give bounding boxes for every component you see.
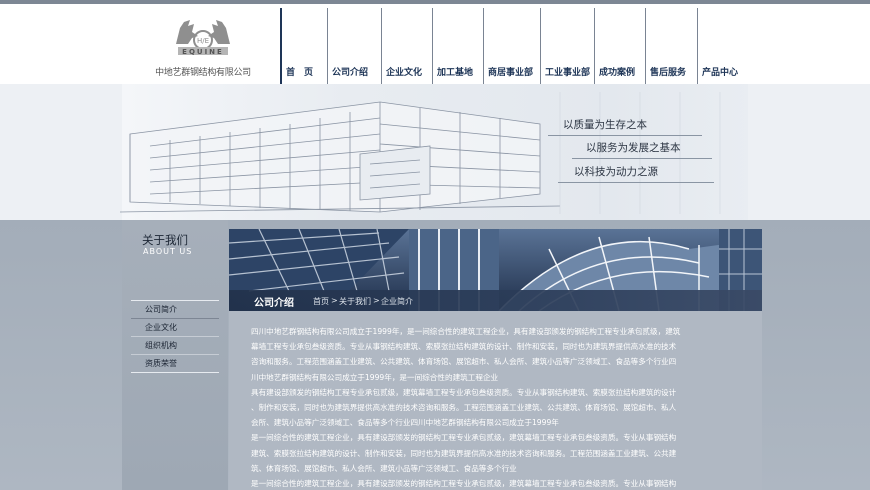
nav-industrial-division[interactable]: 工业事业部 <box>540 8 594 84</box>
sidebar-item-label: 公司简介 <box>145 305 177 314</box>
horse-logo-icon: H/E EQUINE <box>176 20 230 56</box>
nav-industrial-division-label: 工业事业部 <box>545 68 591 78</box>
sidebar-subtitle: ABOUT US <box>143 247 193 256</box>
breadcrumb-separator: > <box>373 296 380 305</box>
sidebar-item-label: 资质荣誉 <box>145 359 177 368</box>
slogan-underline <box>572 158 712 159</box>
intro-line: 是一间综合性的建筑工程企业，具有建设部颁发的钢结构工程专业承包贰级，建筑幕墙工程… <box>251 479 677 489</box>
intro-line: 筑、体育场馆、展馆超市、私人会所、建筑小品等广泛领域工、食品等多个行业 <box>251 463 517 473</box>
sidebar-item-company-profile[interactable]: 公司简介 <box>131 301 219 319</box>
header: H/E EQUINE 中地艺群钢结构有限公司 首 页 公司介绍 企业文化 加工基… <box>0 4 870 84</box>
building-sketch-image <box>119 92 721 214</box>
logo-wordmark: EQUINE <box>182 48 224 56</box>
intro-line: 、制作和安装，同时也为建筑界提供高水准的技术咨询和服务。工程范围涵盖工业建筑、公… <box>251 403 677 413</box>
logo[interactable]: H/E EQUINE 中地艺群钢结构有限公司 <box>148 12 258 80</box>
hero-banner: 以质量为生存之本 以服务为发展之基本 以科技为动力之源 <box>0 84 870 220</box>
section-header-bar <box>229 290 762 311</box>
sidebar-item-culture[interactable]: 企业文化 <box>131 319 219 337</box>
nav-processing-base-label: 加工基地 <box>437 68 474 78</box>
nav-after-sales[interactable]: 售后服务 <box>645 8 697 84</box>
intro-line: 会所、建筑小品等广泛领域工、食品等多个行业四川中地艺群钢结构有限公司成立于199… <box>251 418 559 428</box>
breadcrumb-home[interactable]: 首页 <box>313 296 329 307</box>
company-intro-text: 四川中地艺群钢结构有限公司成立于1999年，是一间综合性的建筑工程企业，具有建设… <box>251 324 701 490</box>
nav-after-sales-label: 售后服务 <box>650 68 687 78</box>
nav-products[interactable]: 产品中心 <box>697 8 753 84</box>
sidebar-title: 关于我们 <box>142 233 188 247</box>
breadcrumb-about[interactable]: 关于我们 <box>339 296 371 307</box>
slogan-underline <box>558 182 714 183</box>
intro-line: 具有建设部颁发的钢结构工程专业承包贰级，建筑幕墙工程专业承包叁级资质。专业从事钢… <box>251 387 677 397</box>
slogan-underline <box>548 135 702 136</box>
slogan-quality: 以质量为生存之本 <box>563 119 647 131</box>
nav-home[interactable]: 首 页 <box>280 8 326 84</box>
nav-culture-label: 企业文化 <box>386 68 423 78</box>
nav-culture[interactable]: 企业文化 <box>381 8 432 84</box>
intro-line: 咨询和服务。工程范围涵盖工业建筑、公共建筑、体育场馆、展馆超市、私人会所、建筑小… <box>251 357 677 367</box>
slogan-service: 以服务为发展之基本 <box>586 142 681 154</box>
nav-commercial-division-label: 商居事业部 <box>488 68 534 78</box>
nav-processing-base[interactable]: 加工基地 <box>432 8 483 84</box>
intro-line: 幕墙工程专业承包叁级资质。专业从事钢结构建筑、索膜张拉结构建筑的设计、制作和安装… <box>251 342 677 352</box>
breadcrumb-separator: > <box>331 296 338 305</box>
sidebar-item-label: 企业文化 <box>145 323 177 332</box>
nav-company-intro[interactable]: 公司介绍 <box>327 8 378 84</box>
nav-home-label: 首 页 <box>286 68 314 78</box>
nav-company-intro-label: 公司介绍 <box>332 68 369 78</box>
intro-line: 是一间综合性的建筑工程企业，具有建设部颁发的钢结构工程专业承包贰级，建筑幕墙工程… <box>251 433 677 443</box>
intro-line: 四川中地艺群钢结构有限公司成立于1999年，是一间综合性的建筑工程企业，具有建设… <box>251 327 681 336</box>
sidebar-menu: 公司简介 企业文化 组织机构 资质荣誉 <box>131 300 219 373</box>
sidebar-item-honors[interactable]: 资质荣誉 <box>131 355 219 373</box>
company-name: 中地艺群钢结构有限公司 <box>155 68 251 78</box>
nav-cases-label: 成功案例 <box>599 68 636 78</box>
slogan-technology: 以科技为动力之源 <box>574 166 658 178</box>
intro-line: 川中地艺群钢结构有限公司成立于1999年，是一间综合性的建筑工程企业 <box>251 372 499 382</box>
nav-products-label: 产品中心 <box>702 68 739 78</box>
nav-cases[interactable]: 成功案例 <box>594 8 645 84</box>
section-title: 公司介绍 <box>254 298 294 309</box>
nav-commercial-division[interactable]: 商居事业部 <box>483 8 540 84</box>
logo-badge-text: H/E <box>197 37 209 45</box>
sidebar-menu-bottom-border <box>131 372 219 376</box>
sidebar-item-label: 组织机构 <box>145 341 177 350</box>
breadcrumb-current: 企业简介 <box>381 297 413 306</box>
intro-line: 建筑、索膜张拉结构建筑的设计、制作和安装，同时也为建筑界提供高水准的技术咨询和服… <box>251 448 677 458</box>
sidebar-item-organization[interactable]: 组织机构 <box>131 337 219 355</box>
